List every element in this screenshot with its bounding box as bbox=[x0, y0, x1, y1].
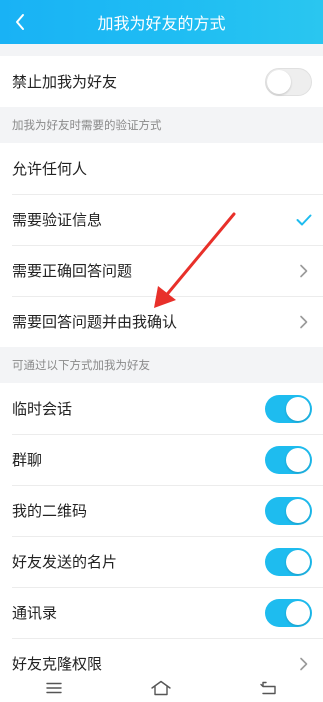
block-all-row[interactable]: 禁止加我为好友 bbox=[0, 56, 323, 107]
verification-label: 允许任何人 bbox=[12, 160, 88, 178]
source-friend-card[interactable]: 好友发送的名片 bbox=[0, 536, 323, 587]
temp-chat-toggle[interactable] bbox=[265, 394, 312, 423]
toggle-knob bbox=[286, 600, 310, 625]
check-icon bbox=[296, 214, 312, 225]
title-bar: 加我为好友的方式 bbox=[0, 0, 323, 44]
verification-option-answer[interactable]: 需要正确回答问题 bbox=[0, 245, 323, 296]
page-title: 加我为好友的方式 bbox=[97, 14, 226, 33]
contacts-toggle[interactable] bbox=[265, 598, 312, 627]
back-icon bbox=[260, 681, 276, 695]
verification-header: 加我为好友时需要的验证方式 bbox=[0, 107, 323, 143]
verification-label: 需要验证信息 bbox=[12, 211, 103, 229]
home-button[interactable] bbox=[146, 676, 176, 700]
source-group-chat[interactable]: 群聊 bbox=[0, 434, 323, 485]
source-label: 好友克隆权限 bbox=[12, 655, 103, 673]
source-qr-code[interactable]: 我的二维码 bbox=[0, 485, 323, 536]
chevron-right-icon bbox=[300, 657, 308, 670]
block-all-toggle[interactable] bbox=[265, 67, 312, 96]
menu-icon bbox=[46, 682, 62, 694]
back-nav-button[interactable] bbox=[254, 676, 284, 700]
source-contacts[interactable]: 通讯录 bbox=[0, 587, 323, 638]
sources-header: 可通过以下方式加我为好友 bbox=[0, 347, 323, 383]
back-button[interactable] bbox=[4, 6, 36, 38]
verification-option-anyone[interactable]: 允许任何人 bbox=[0, 143, 323, 194]
spacer bbox=[0, 44, 323, 56]
verification-label: 需要正确回答问题 bbox=[12, 262, 133, 280]
source-temp-chat[interactable]: 临时会话 bbox=[0, 383, 323, 434]
verification-option-message[interactable]: 需要验证信息 bbox=[0, 194, 323, 245]
group-chat-toggle[interactable] bbox=[265, 445, 312, 474]
verification-section: 允许任何人 需要验证信息 需要正确回答问题 需要回答问题并由我确认 bbox=[0, 143, 323, 347]
toggle-knob bbox=[286, 447, 310, 472]
chevron-right-icon bbox=[300, 264, 308, 277]
chevron-left-icon bbox=[16, 14, 24, 30]
chevron-right-icon bbox=[300, 315, 308, 328]
menu-button[interactable] bbox=[39, 676, 69, 700]
toggle-knob bbox=[286, 396, 310, 421]
verification-label: 需要回答问题并由我确认 bbox=[12, 313, 178, 331]
home-icon bbox=[151, 680, 172, 696]
toggle-knob bbox=[286, 549, 310, 574]
qr-code-toggle[interactable] bbox=[265, 496, 312, 525]
verification-option-answer-confirm[interactable]: 需要回答问题并由我确认 bbox=[0, 296, 323, 347]
system-navbar bbox=[0, 674, 323, 702]
sources-section: 临时会话 群聊 我的二维码 好友发送的名片 通讯录 好友克隆权限 bbox=[0, 383, 323, 689]
friend-card-toggle[interactable] bbox=[265, 547, 312, 576]
block-all-section: 禁止加我为好友 bbox=[0, 56, 323, 107]
toggle-knob bbox=[267, 69, 291, 94]
toggle-knob bbox=[286, 498, 310, 523]
